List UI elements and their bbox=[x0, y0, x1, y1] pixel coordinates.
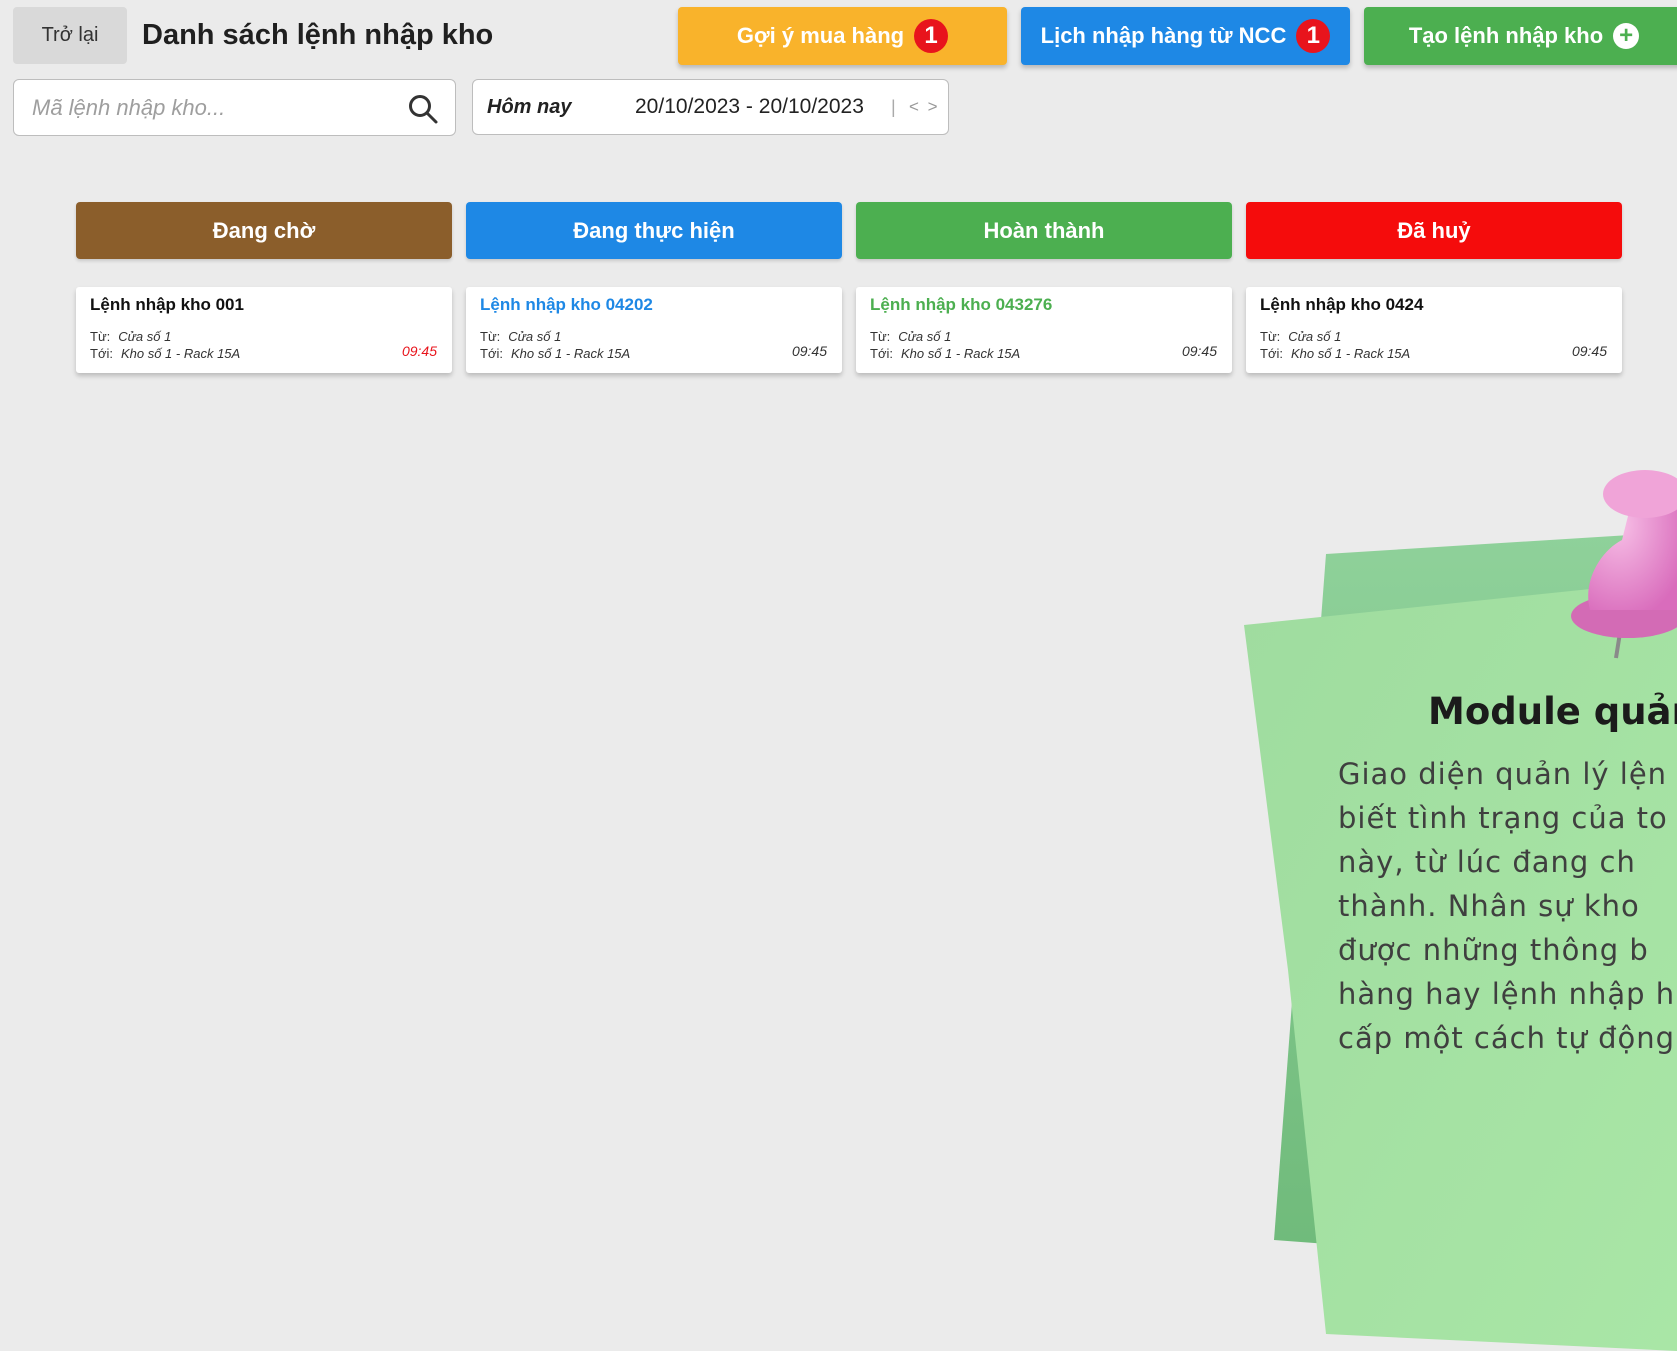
back-button[interactable]: Trở lại bbox=[13, 7, 127, 64]
order-to: Tới: Kho số 1 - Rack 15A bbox=[90, 346, 241, 361]
tab-completed[interactable]: Hoàn thành bbox=[856, 202, 1232, 259]
order-from: Từ: Cửa số 1 bbox=[870, 329, 952, 344]
date-nav-arrows[interactable]: < > bbox=[909, 80, 940, 134]
order-time: 09:45 bbox=[791, 343, 827, 359]
supplier-schedule-button[interactable]: Lịch nhập hàng từ NCC 1 bbox=[1021, 7, 1350, 65]
note-line: hàng hay lệnh nhập h bbox=[1338, 977, 1676, 1011]
tab-pending[interactable]: Đang chờ bbox=[76, 202, 452, 259]
order-to: Tới: Kho số 1 - Rack 15A bbox=[1260, 346, 1411, 361]
order-title: Lệnh nhập kho 0424 bbox=[1260, 295, 1424, 314]
purchase-suggestion-label: Gợi ý mua hàng bbox=[736, 23, 905, 48]
notification-badge: 1 bbox=[914, 19, 949, 53]
date-separator: | bbox=[891, 97, 896, 117]
order-time: 09:45 bbox=[1181, 343, 1217, 359]
order-title: Lệnh nhập kho 043276 bbox=[870, 295, 1053, 314]
tab-cancelled[interactable]: Đã huỷ bbox=[1246, 202, 1622, 259]
create-import-order-label: Tạo lệnh nhập kho bbox=[1408, 23, 1604, 48]
order-card[interactable]: Lệnh nhập kho 04202 Từ: Cửa số 1 Tới: Kho … bbox=[466, 287, 842, 373]
order-time: 09:45 bbox=[401, 343, 437, 359]
note-line: thành. Nhân sự kho bbox=[1338, 889, 1640, 923]
order-title: Lệnh nhập kho 04202 bbox=[480, 295, 653, 314]
order-card[interactable]: Lệnh nhập kho 001 Từ: Cửa số 1 Tới: Kho số… bbox=[76, 287, 452, 373]
note-body: Giao diện quản lý lện biết tình trạng củ… bbox=[1338, 752, 1677, 1060]
plus-circle-icon: + bbox=[1613, 23, 1640, 49]
date-filter[interactable]: Hôm nay 20/10/2023 - 20/10/2023 | < > bbox=[472, 79, 949, 135]
page-title: Danh sách lệnh nhập kho bbox=[142, 19, 494, 51]
note-line: cấp một cách tự động bbox=[1338, 1021, 1676, 1055]
date-range: 20/10/2023 - 20/10/2023 bbox=[635, 95, 864, 118]
order-time: 09:45 bbox=[1571, 343, 1607, 359]
order-from: Từ: Cửa số 1 bbox=[1260, 329, 1342, 344]
search-input[interactable] bbox=[30, 80, 404, 136]
note-line: Giao diện quản lý lện bbox=[1338, 757, 1668, 791]
order-card[interactable]: Lệnh nhập kho 0424 Từ: Cửa số 1 Tới: Kho s… bbox=[1246, 287, 1622, 373]
purchase-suggestion-button[interactable]: Gợi ý mua hàng 1 bbox=[678, 7, 1007, 65]
search-icon[interactable] bbox=[407, 93, 439, 125]
order-to: Tới: Kho số 1 - Rack 15A bbox=[870, 346, 1021, 361]
search-box bbox=[13, 79, 456, 136]
notification-badge: 1 bbox=[1296, 19, 1331, 53]
order-title: Lệnh nhập kho 001 bbox=[90, 295, 244, 314]
order-to: Tới: Kho số 1 - Rack 15A bbox=[480, 346, 631, 361]
date-preset[interactable]: Hôm nay bbox=[487, 80, 571, 134]
note-line: này, từ lúc đang ch bbox=[1338, 845, 1636, 879]
supplier-schedule-label: Lịch nhập hàng từ NCC bbox=[1040, 23, 1287, 48]
note-line: biết tình trạng của to bbox=[1338, 801, 1668, 835]
create-import-order-button[interactable]: Tạo lệnh nhập kho + bbox=[1364, 7, 1677, 65]
order-from: Từ: Cửa số 1 bbox=[90, 329, 172, 344]
tab-in-progress[interactable]: Đang thực hiện bbox=[466, 202, 842, 259]
order-card[interactable]: Lệnh nhập kho 043276 Từ: Cửa số 1 Tới: Kho… bbox=[856, 287, 1232, 373]
note-line: được những thông b bbox=[1338, 933, 1649, 967]
order-from: Từ: Cửa số 1 bbox=[480, 329, 562, 344]
note-title: Module quản bbox=[1428, 690, 1677, 733]
